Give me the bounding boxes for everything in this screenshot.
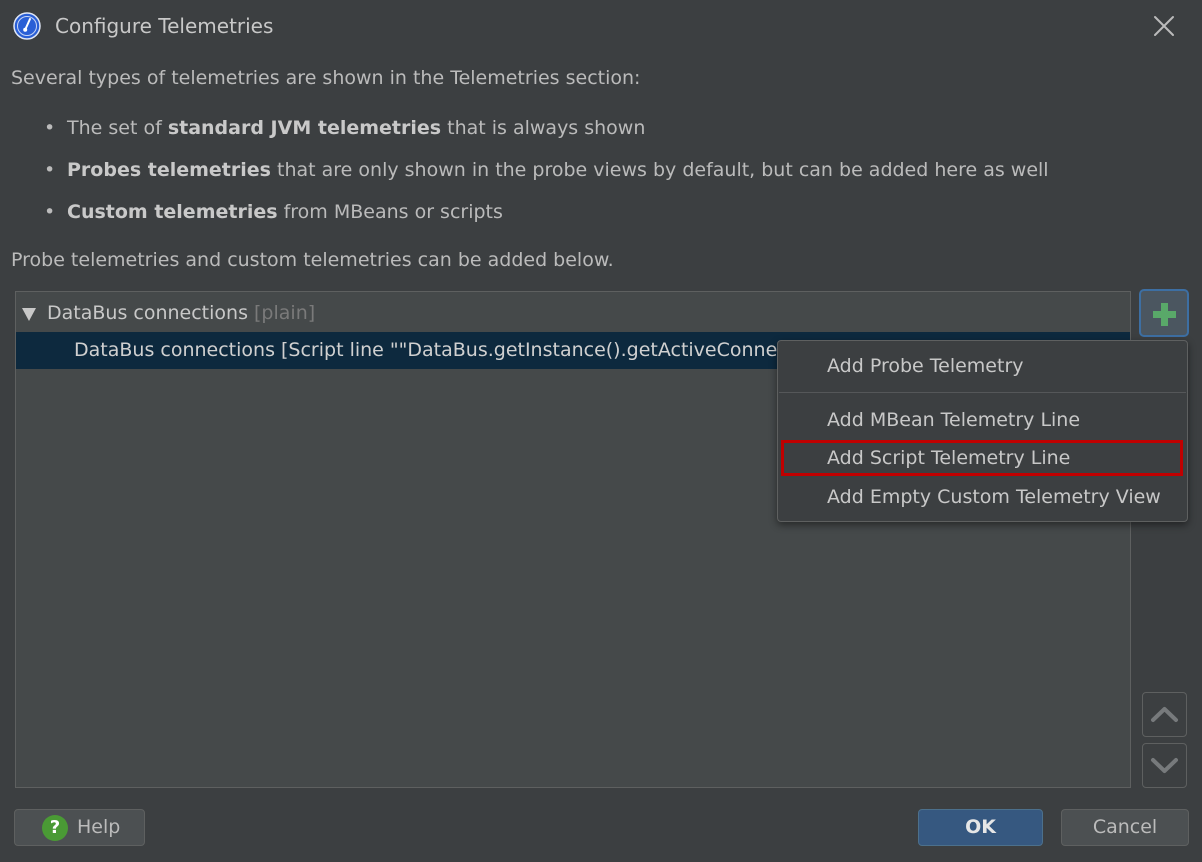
bullet-text: that are only shown in the probe views b… <box>270 159 1049 181</box>
below-text: Probe telemetries and custom telemetries… <box>11 249 614 271</box>
move-up-button[interactable] <box>1142 692 1187 737</box>
tree-group-row[interactable]: DataBus connections [plain] <box>16 296 1130 331</box>
add-button[interactable] <box>1139 289 1189 337</box>
menu-item-add-script-telemetry-line[interactable]: Add Script Telemetry Line <box>781 440 1183 476</box>
chevron-down-icon <box>1151 758 1178 773</box>
menu-separator <box>779 392 1186 393</box>
group-tag: [plain] <box>254 302 316 324</box>
help-button[interactable]: ? Help <box>14 809 145 846</box>
title-bar: Configure Telemetries <box>0 0 1202 52</box>
bullet-text: The set of <box>67 117 168 139</box>
bullet-bold: standard JVM telemetries <box>167 117 442 139</box>
help-icon: ? <box>42 815 68 841</box>
menu-item-label: Add MBean Telemetry Line <box>827 409 1081 431</box>
bullet-standard-jvm: The set of standard JVM telemetries that… <box>44 116 1049 158</box>
help-label: Help <box>77 816 121 838</box>
cancel-button[interactable]: Cancel <box>1061 809 1189 846</box>
menu-item-add-mbean-telemetry-line[interactable]: Add MBean Telemetry Line <box>778 402 1187 438</box>
bullet-custom: Custom telemetries from MBeans or script… <box>44 200 1049 242</box>
bullet-text: that is always shown <box>441 117 646 139</box>
chevron-up-icon <box>1151 707 1178 722</box>
bullet-bold: Custom telemetries <box>67 201 278 223</box>
menu-item-add-probe-telemetry[interactable]: Add Probe Telemetry <box>778 348 1187 384</box>
expand-triangle-icon[interactable] <box>22 308 36 321</box>
plus-icon-vertical <box>1161 303 1168 326</box>
close-icon[interactable] <box>1150 12 1178 40</box>
bullet-probes: Probes telemetries that are only shown i… <box>44 158 1049 200</box>
gauge-icon <box>13 12 41 40</box>
menu-item-add-empty-custom-telemetry-view[interactable]: Add Empty Custom Telemetry View <box>778 479 1187 515</box>
add-popup-menu: Add Probe Telemetry Add MBean Telemetry … <box>777 340 1188 522</box>
move-down-button[interactable] <box>1142 743 1187 788</box>
ok-button[interactable]: OK <box>918 809 1043 846</box>
dialog-title: Configure Telemetries <box>55 14 274 38</box>
group-name: DataBus connections <box>47 302 248 324</box>
tree-row-label: DataBus connections [Script line ""DataB… <box>74 339 813 361</box>
menu-item-label: Add Probe Telemetry <box>827 355 1024 377</box>
menu-item-label: Add Empty Custom Telemetry View <box>827 486 1161 508</box>
group-label: DataBus connections [plain] <box>47 296 315 331</box>
menu-item-label: Add Script Telemetry Line <box>827 447 1071 469</box>
bullet-bold: Probes telemetries <box>67 159 271 181</box>
bullet-text: from MBeans or scripts <box>277 201 503 223</box>
telemetry-types-list: The set of standard JVM telemetries that… <box>44 116 1049 242</box>
intro-text: Several types of telemetries are shown i… <box>11 67 641 89</box>
